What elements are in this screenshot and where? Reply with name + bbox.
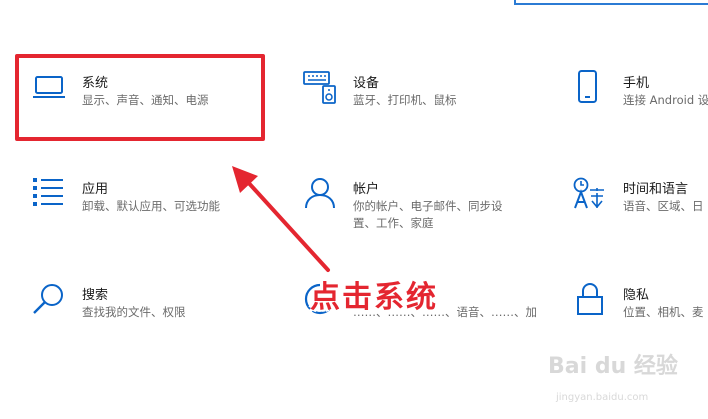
annotation-text: 点击系统 [310, 280, 438, 315]
watermark: Bai du 经验 jingyan.baidu.com [548, 346, 708, 416]
watermark-url: jingyan.baidu.com [556, 392, 649, 403]
baidu-jingyan-logo: Bai du 经验 [548, 354, 678, 379]
